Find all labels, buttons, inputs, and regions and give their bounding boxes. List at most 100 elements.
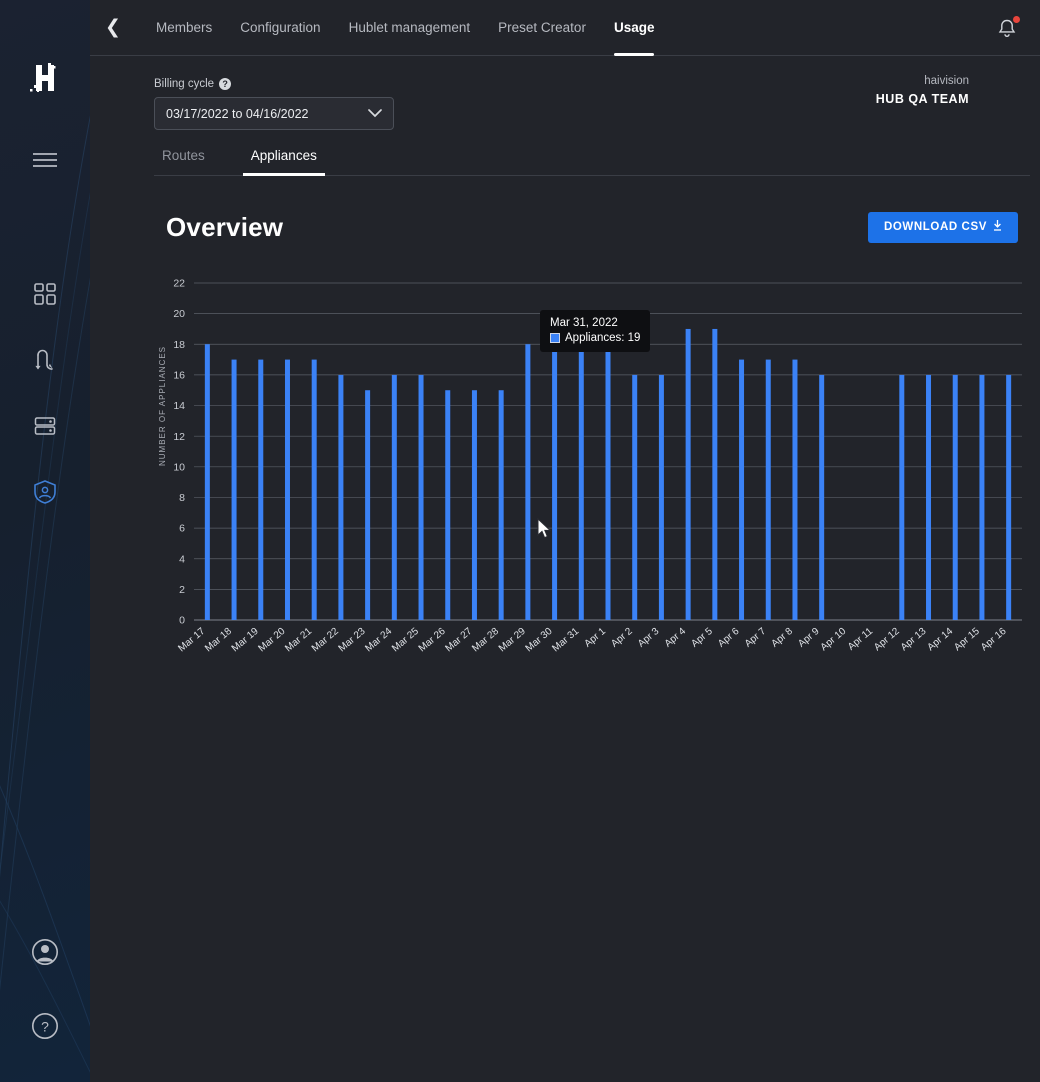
account-name: haivision [876, 72, 969, 90]
chart-bar[interactable] [1006, 375, 1011, 620]
chevron-down-icon [368, 106, 382, 121]
help-icon[interactable]: ? [23, 1004, 67, 1048]
top-tab-list: Members Configuration Hublet management … [142, 0, 668, 56]
x-axis-tick-label: Apr 4 [663, 626, 689, 650]
overview-panel: Overview DOWNLOAD CSV NUMBER OF APPLIANC… [154, 204, 1030, 670]
y-axis-title: NUMBER OF APPLIANCES [158, 346, 167, 466]
x-axis-tick-label: Mar 23 [337, 626, 368, 655]
x-axis-tick-label: Mar 21 [283, 626, 314, 655]
y-axis-tick-label: 16 [173, 370, 185, 382]
x-axis-tick-label: Mar 19 [230, 626, 261, 655]
download-icon [993, 220, 1002, 234]
tooltip-date: Mar 31, 2022 [550, 317, 640, 329]
chart-bar[interactable] [445, 390, 450, 620]
security-icon[interactable] [23, 470, 67, 514]
tab-configuration[interactable]: Configuration [226, 0, 334, 56]
chart-bar[interactable] [499, 390, 504, 620]
chart-bar[interactable] [205, 344, 210, 620]
subtab-appliances[interactable]: Appliances [243, 148, 325, 175]
chart-tooltip: Mar 31, 2022 Appliances: 19 [540, 310, 650, 352]
billing-cycle-value: 03/17/2022 to 04/16/2022 [166, 107, 309, 121]
chart-bar[interactable] [338, 375, 343, 620]
subtab-routes[interactable]: Routes [154, 148, 213, 175]
x-axis-tick-label: Apr 1 [583, 626, 609, 650]
chart-bar[interactable] [525, 344, 530, 620]
chart-bar[interactable] [739, 360, 744, 620]
account-icon[interactable] [23, 930, 67, 974]
x-axis-tick-label: Apr 7 [743, 626, 769, 650]
appliances-icon[interactable] [23, 404, 67, 448]
chart-bar[interactable] [365, 390, 370, 620]
left-nav-rail: ? [0, 0, 90, 1082]
team-name: HUB QA TEAM [876, 90, 969, 108]
y-axis-tick-label: 8 [179, 492, 185, 504]
x-axis-tick-label: Mar 18 [203, 626, 234, 655]
y-axis-tick-label: 18 [173, 339, 185, 351]
haivision-logo[interactable] [25, 58, 65, 98]
chart-bar[interactable] [632, 375, 637, 620]
chart-bar[interactable] [258, 360, 263, 620]
x-axis-tick-label: Apr 14 [926, 626, 956, 654]
chart-bar[interactable] [819, 375, 824, 620]
x-axis-tick-label: Mar 30 [524, 626, 555, 655]
appliances-bar-chart: NUMBER OF APPLIANCES 0246810121416182022… [154, 270, 1030, 670]
x-axis-tick-label: Mar 24 [363, 626, 394, 655]
x-axis-tick-label: Apr 6 [716, 626, 742, 650]
y-axis-tick-label: 0 [179, 615, 185, 627]
y-axis-tick-label: 20 [173, 308, 185, 320]
x-axis-tick-label: Mar 17 [176, 626, 207, 655]
chart-bar[interactable] [552, 329, 557, 620]
x-axis-tick-label: Mar 31 [550, 626, 581, 655]
page-title: Overview [166, 212, 283, 243]
chart-bar[interactable] [792, 360, 797, 620]
chart-bar[interactable] [953, 375, 958, 620]
y-axis-tick-label: 12 [173, 431, 185, 443]
x-axis-tick-label: Apr 15 [952, 626, 982, 654]
tab-hublet-management[interactable]: Hublet management [335, 0, 485, 56]
chart-bar[interactable] [579, 329, 584, 620]
chart-bar[interactable] [766, 360, 771, 620]
x-axis-tick-label: Apr 11 [846, 626, 875, 653]
x-axis-tick-label: Apr 10 [819, 626, 849, 654]
chart-bar[interactable] [659, 375, 664, 620]
usage-subtabs: Routes Appliances [154, 148, 1030, 176]
app-root: ? ❮ Members Configuration Hublet managem… [0, 0, 1040, 1082]
chart-bar[interactable] [979, 375, 984, 620]
tab-preset-creator[interactable]: Preset Creator [484, 0, 600, 56]
y-axis-tick-label: 14 [173, 400, 185, 412]
tooltip-series-row: Appliances: 19 [550, 332, 640, 344]
chart-bar[interactable] [232, 360, 237, 620]
tooltip-value: Appliances: 19 [565, 332, 640, 344]
routes-icon[interactable] [23, 338, 67, 382]
y-axis-tick-label: 10 [173, 461, 185, 473]
billing-cycle-select[interactable]: 03/17/2022 to 04/16/2022 [154, 97, 394, 130]
x-axis-tick-label: Apr 12 [872, 626, 902, 654]
chart-bar[interactable] [312, 360, 317, 620]
back-chevron-icon[interactable]: ❮ [98, 18, 128, 37]
x-axis-tick-label: Apr 3 [636, 626, 662, 650]
tab-usage[interactable]: Usage [600, 0, 669, 56]
tab-members[interactable]: Members [142, 0, 226, 56]
x-axis-tick-label: Apr 16 [979, 626, 1009, 654]
chart-bar[interactable] [419, 375, 424, 620]
tooltip-color-swatch [550, 333, 560, 343]
chart-bar[interactable] [392, 375, 397, 620]
chart-bar[interactable] [712, 329, 717, 620]
chart-bar[interactable] [606, 344, 611, 620]
menu-icon[interactable] [23, 138, 67, 182]
main-area: ❮ Members Configuration Hublet managemen… [90, 0, 1040, 1082]
chart-bar[interactable] [285, 360, 290, 620]
top-navigation-bar: ❮ Members Configuration Hublet managemen… [90, 0, 1040, 56]
chart-bar[interactable] [926, 375, 931, 620]
y-axis-tick-label: 4 [179, 553, 185, 565]
x-axis-tick-label: Apr 5 [689, 626, 715, 650]
chart-bar[interactable] [686, 329, 691, 620]
dashboard-icon[interactable] [23, 272, 67, 316]
chart-bar[interactable] [472, 390, 477, 620]
x-axis-tick-label: Apr 8 [770, 626, 796, 650]
download-csv-button[interactable]: DOWNLOAD CSV [868, 212, 1018, 243]
chart-bar[interactable] [899, 375, 904, 620]
help-tooltip-icon[interactable]: ? [219, 78, 231, 90]
x-axis-tick-label: Apr 9 [796, 626, 822, 650]
billing-cycle-label-text: Billing cycle [154, 78, 214, 90]
